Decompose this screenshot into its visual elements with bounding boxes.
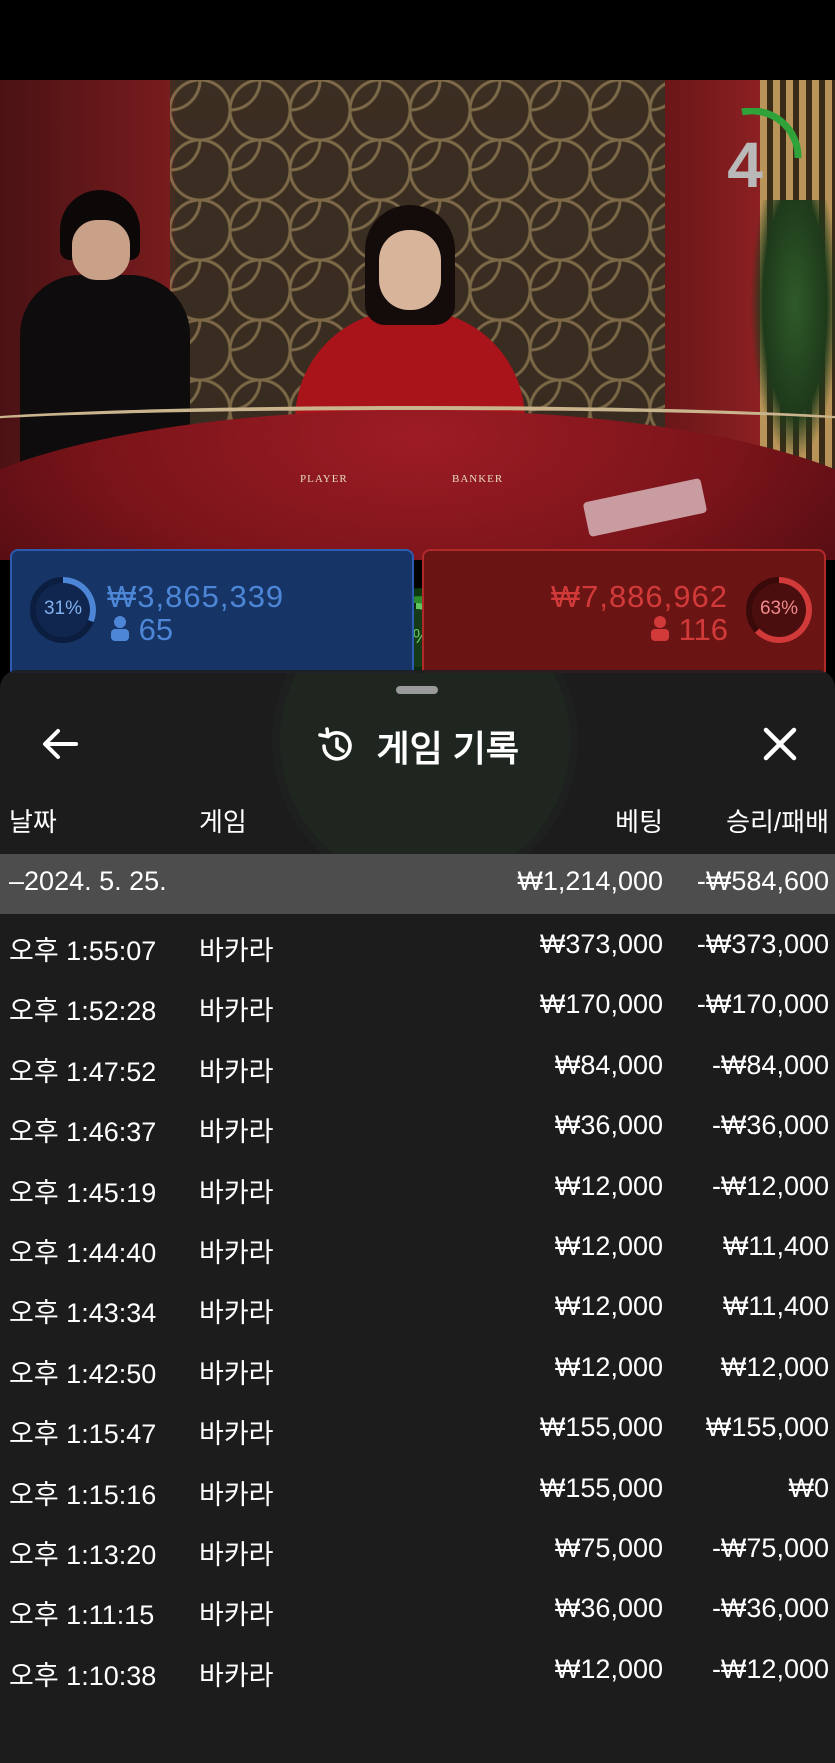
- row-result: -₩12,000: [711, 1653, 829, 1684]
- row-result: -₩170,000: [696, 989, 829, 1020]
- player-count-value: 65: [138, 612, 174, 647]
- history-row[interactable]: 오후 1:46:37 바카라 ₩36,000 -₩36,000: [0, 1095, 835, 1155]
- panel-header: 게임 기록: [0, 720, 835, 772]
- row-bet: ₩36,000: [554, 1110, 663, 1141]
- row-game: 바카라: [199, 1539, 274, 1570]
- history-clock-icon: [318, 727, 352, 761]
- row-result: ₩11,400: [722, 1291, 829, 1322]
- row-game: 바카라: [199, 1056, 274, 1087]
- history-row[interactable]: 오후 1:10:38 바카라 ₩12,000 -₩12,000: [0, 1639, 835, 1699]
- row-result: ₩155,000: [705, 1412, 829, 1443]
- row-time: 오후 1:43:34: [9, 1298, 157, 1329]
- player-percent: 31%: [43, 598, 83, 619]
- banker-percent: 63%: [759, 598, 799, 619]
- row-game: 바카라: [199, 1298, 274, 1329]
- row-bet: ₩155,000: [539, 1412, 663, 1443]
- row-result: -₩36,000: [711, 1110, 829, 1141]
- top-black-bar: [0, 0, 835, 80]
- row-time: 오후 1:11:15: [9, 1600, 155, 1631]
- row-bet: ₩12,000: [554, 1230, 663, 1261]
- history-rows: 오후 1:55:07 바카라 ₩373,000 -₩373,000 오후 1:52:28…: [0, 914, 835, 1699]
- row-time: 오후 1:46:37: [9, 1117, 157, 1148]
- history-row[interactable]: 오후 1:55:07 바카라 ₩373,000 -₩373,000: [0, 914, 835, 974]
- row-game: 바카라: [199, 1237, 274, 1268]
- countdown-number: 4: [727, 129, 763, 201]
- group-date: 2024. 5. 25.: [24, 866, 167, 896]
- column-date: 날짜: [9, 807, 57, 837]
- row-bet: ₩373,000: [539, 929, 663, 959]
- row-game: 바카라: [199, 996, 274, 1027]
- row-bet: ₩12,000: [554, 1170, 663, 1201]
- group-bet-total: ₩1,214,000: [517, 866, 663, 896]
- row-result: ₩11,400: [722, 1230, 829, 1261]
- row-result: -₩12,000: [711, 1170, 829, 1201]
- history-row[interactable]: 오후 1:44:40 바카라 ₩12,000 ₩11,400: [0, 1216, 835, 1276]
- row-time: 오후 1:47:52: [9, 1056, 157, 1087]
- column-bet: 베팅: [615, 807, 663, 837]
- row-bet: ₩75,000: [554, 1532, 663, 1563]
- row-time: 오후 1:55:07: [9, 936, 157, 966]
- row-time: 오후 1:13:20: [9, 1539, 157, 1570]
- history-table-header: 날짜 게임 베팅 승리/패배: [0, 802, 835, 846]
- row-game: 바카라: [199, 936, 274, 966]
- player-bet-amount: ₩3,865,339: [107, 579, 285, 614]
- row-time: 오후 1:44:40: [9, 1237, 157, 1268]
- row-result: -₩75,000: [711, 1532, 829, 1563]
- row-bet: ₩12,000: [554, 1653, 663, 1684]
- player-count: 65: [110, 612, 173, 648]
- player-bet-spot[interactable]: 31% ₩3,865,339 65: [10, 549, 414, 673]
- row-game: 바카라: [199, 1660, 274, 1691]
- row-result: ₩0: [788, 1472, 830, 1503]
- collapse-symbol: –: [9, 866, 25, 896]
- banker-bet-amount: ₩7,886,962: [550, 579, 728, 614]
- row-bet: ₩12,000: [554, 1291, 663, 1322]
- row-time: 오후 1:52:28: [9, 996, 157, 1027]
- history-row[interactable]: 오후 1:52:28 바카라 ₩170,000 -₩170,000: [0, 974, 835, 1034]
- row-result: -₩84,000: [711, 1049, 829, 1080]
- row-result: ₩12,000: [720, 1351, 829, 1382]
- history-row[interactable]: 오후 1:15:47 바카라 ₩155,000 ₩155,000: [0, 1397, 835, 1457]
- row-game: 바카라: [199, 1117, 274, 1148]
- group-result-total: -₩584,600: [696, 866, 829, 896]
- history-row[interactable]: 오후 1:13:20 바카라 ₩75,000 -₩75,000: [0, 1518, 835, 1578]
- row-game: 바카라: [199, 1600, 274, 1631]
- history-row[interactable]: 오후 1:47:52 바카라 ₩84,000 -₩84,000: [0, 1035, 835, 1095]
- game-history-panel: 게임 기록 날짜 게임 베팅 승리/패배 –2024. 5. 25. ₩1,21…: [0, 670, 835, 1763]
- row-bet: ₩36,000: [554, 1593, 663, 1624]
- date-group-label: –2024. 5. 25.: [9, 866, 167, 897]
- history-row[interactable]: 오후 1:11:15 바카라 ₩36,000 -₩36,000: [0, 1578, 835, 1638]
- row-bet: ₩12,000: [554, 1351, 663, 1382]
- row-time: 오후 1:15:47: [9, 1419, 157, 1450]
- close-icon[interactable]: [760, 724, 800, 764]
- column-result: 승리/패배: [726, 807, 829, 837]
- banker-count: 116: [650, 612, 728, 648]
- row-game: 바카라: [199, 1479, 274, 1510]
- banker-count-value: 116: [678, 612, 728, 647]
- row-time: 오후 1:10:38: [9, 1660, 157, 1691]
- row-game: 바카라: [199, 1419, 274, 1450]
- table-label-banker: BANKER: [452, 473, 504, 485]
- row-game: 바카라: [199, 1358, 274, 1389]
- row-result: -₩36,000: [711, 1593, 829, 1624]
- history-row[interactable]: 오후 1:15:16 바카라 ₩155,000 ₩0: [0, 1458, 835, 1518]
- row-time: 오후 1:42:50: [9, 1358, 157, 1389]
- drag-handle[interactable]: [396, 686, 438, 694]
- row-time: 오후 1:45:19: [9, 1177, 157, 1208]
- row-time: 오후 1:15:16: [9, 1479, 157, 1510]
- banker-bet-spot[interactable]: ₩7,886,962 116 63%: [422, 549, 826, 673]
- history-row[interactable]: 오후 1:42:50 바카라 ₩12,000 ₩12,000: [0, 1337, 835, 1397]
- history-row[interactable]: 오후 1:43:34 바카라 ₩12,000 ₩11,400: [0, 1276, 835, 1336]
- person-icon: [650, 616, 669, 641]
- row-result: -₩373,000: [696, 929, 829, 959]
- row-bet: ₩155,000: [539, 1472, 663, 1503]
- column-game: 게임: [199, 807, 247, 837]
- table-label-player: PLAYER: [300, 473, 348, 485]
- person-icon: [111, 616, 129, 641]
- panel-title: 게임 기록: [376, 728, 519, 769]
- row-bet: ₩84,000: [554, 1049, 663, 1080]
- row-bet: ₩170,000: [539, 989, 663, 1020]
- row-game: 바카라: [199, 1177, 274, 1208]
- date-group-row[interactable]: –2024. 5. 25. ₩1,214,000 -₩584,600: [0, 854, 835, 914]
- history-row[interactable]: 오후 1:45:19 바카라 ₩12,000 -₩12,000: [0, 1156, 835, 1216]
